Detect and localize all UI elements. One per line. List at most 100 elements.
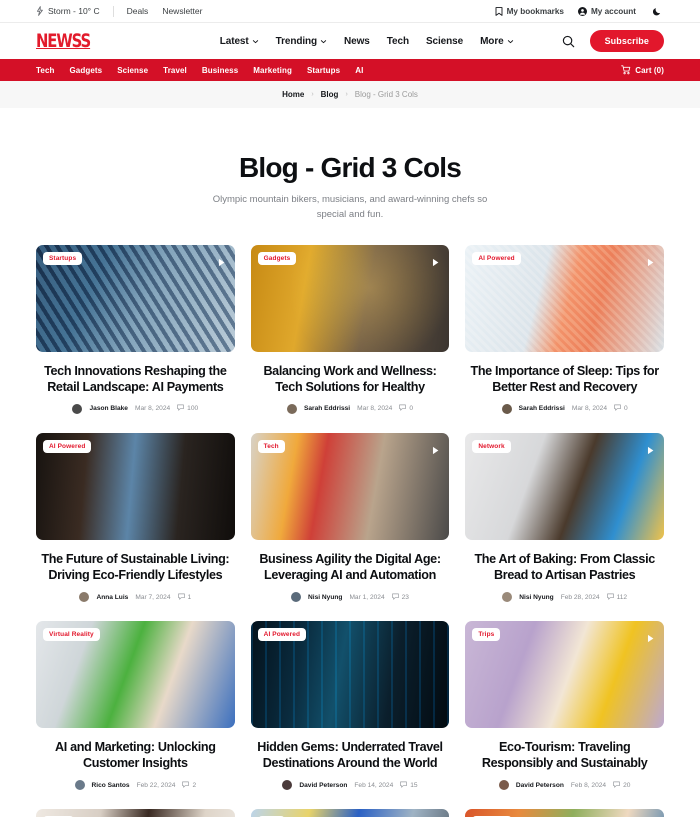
post-title[interactable]: Eco-Tourism: Traveling Responsibly and S… bbox=[465, 739, 664, 771]
post-author[interactable]: David Peterson bbox=[516, 782, 564, 789]
bookmark-icon bbox=[495, 6, 503, 16]
post-category-badge[interactable]: Tech bbox=[257, 439, 285, 453]
avatar bbox=[79, 592, 90, 603]
nav-item-more[interactable]: More bbox=[480, 36, 514, 47]
post-thumbnail[interactable]: AI Powered bbox=[36, 432, 235, 540]
post-thumbnail[interactable]: Travel bbox=[36, 809, 235, 817]
post-thumbnail[interactable]: AI Powered bbox=[250, 621, 450, 729]
category-ai[interactable]: AI bbox=[355, 66, 363, 75]
category-marketing[interactable]: Marketing bbox=[253, 66, 292, 75]
post-category-badge[interactable]: Trips bbox=[472, 628, 501, 642]
nav-item-tech[interactable]: Tech bbox=[387, 36, 409, 47]
post-card[interactable]: Network The Art of Baking: From Classic B… bbox=[465, 432, 664, 603]
category-tech[interactable]: Tech bbox=[36, 66, 54, 75]
post-thumbnail[interactable]: Virtual Reality bbox=[36, 621, 235, 729]
category-sciense[interactable]: Sciense bbox=[117, 66, 148, 75]
category-business[interactable]: Business bbox=[202, 66, 238, 75]
my-account-link[interactable]: My account bbox=[577, 6, 636, 16]
post-title[interactable]: AI and Marketing: Unlocking Customer Ins… bbox=[36, 739, 235, 771]
post-thumbnail[interactable]: Startups bbox=[36, 244, 235, 352]
play-icon[interactable] bbox=[646, 254, 655, 266]
post-card[interactable]: AI Powered The Future of Sustainable Livi… bbox=[36, 432, 235, 603]
post-card[interactable]: Virtual Reality AI and Marketing: Unlocki… bbox=[36, 621, 235, 791]
cart-button[interactable]: Cart (0) bbox=[621, 65, 664, 75]
post-title[interactable]: Business Agility the Digital Age: Levera… bbox=[251, 551, 450, 583]
category-travel[interactable]: Travel bbox=[163, 66, 187, 75]
post-title[interactable]: The Importance of Sleep: Tips for Better… bbox=[465, 363, 664, 395]
play-icon[interactable] bbox=[431, 442, 440, 454]
post-category-badge[interactable]: AI Powered bbox=[257, 628, 307, 642]
weather-widget: Storm - 10° C bbox=[36, 6, 113, 16]
nav-item-sciense[interactable]: Sciense bbox=[426, 36, 463, 47]
post-card[interactable]: AI Powered The Importance of Sleep: Tips … bbox=[465, 244, 664, 414]
post-title[interactable]: Hidden Gems: Underrated Travel Destinati… bbox=[251, 739, 450, 771]
comment-count-value: 2 bbox=[192, 781, 197, 789]
play-icon[interactable] bbox=[646, 630, 655, 643]
post-category-badge[interactable]: Startups bbox=[43, 251, 83, 265]
my-bookmarks-link[interactable]: My bookmarks bbox=[495, 7, 564, 16]
post-thumbnail[interactable]: Tech bbox=[250, 432, 450, 540]
newsletter-link[interactable]: Newsletter bbox=[162, 6, 202, 16]
post-card[interactable]: Trips Eco-Tourism: Traveling Responsibly … bbox=[465, 621, 664, 791]
nav-item-latest[interactable]: Latest bbox=[220, 36, 259, 47]
comment-icon bbox=[177, 593, 185, 602]
post-category-badge[interactable]: AI Powered bbox=[43, 439, 92, 453]
play-icon[interactable] bbox=[646, 442, 655, 454]
post-meta: Rico Santos Feb 22, 2024 2 bbox=[36, 780, 235, 791]
post-title[interactable]: The Future of Sustainable Living: Drivin… bbox=[36, 551, 235, 583]
avatar bbox=[502, 592, 513, 603]
post-title[interactable]: The Art of Baking: From Classic Bread to… bbox=[465, 551, 664, 583]
post-author[interactable]: Nisi Nyung bbox=[308, 594, 342, 601]
post-card[interactable]: Tech bbox=[250, 809, 450, 817]
nav-item-news[interactable]: News bbox=[344, 36, 370, 47]
deals-link[interactable]: Deals bbox=[127, 6, 149, 16]
breadcrumb-blog[interactable]: Blog bbox=[321, 90, 339, 99]
post-author[interactable]: David Peterson bbox=[299, 782, 347, 789]
moon-icon[interactable] bbox=[650, 4, 664, 18]
search-icon[interactable] bbox=[561, 34, 576, 49]
post-author[interactable]: Sarah Eddrissi bbox=[519, 405, 565, 412]
post-card[interactable]: Travel bbox=[36, 809, 235, 817]
play-icon[interactable] bbox=[217, 254, 226, 266]
post-title[interactable]: Tech Innovations Reshaping the Retail La… bbox=[36, 363, 235, 395]
my-bookmarks-label: My bookmarks bbox=[506, 6, 564, 16]
post-thumbnail[interactable]: Tech bbox=[250, 809, 450, 817]
post-thumbnail[interactable]: Startups bbox=[465, 809, 664, 817]
subscribe-button[interactable]: Subscribe bbox=[589, 30, 664, 52]
post-title[interactable]: Balancing Work and Wellness: Tech Soluti… bbox=[251, 363, 450, 395]
category-gadgets[interactable]: Gadgets bbox=[69, 66, 102, 75]
post-author[interactable]: Jason Blake bbox=[89, 405, 127, 412]
post-author[interactable]: Anna Luis bbox=[96, 594, 128, 601]
category-startups[interactable]: Startups bbox=[307, 66, 340, 75]
play-icon[interactable] bbox=[431, 254, 440, 266]
avatar bbox=[72, 403, 83, 414]
page-root: Storm - 10° C Deals Newsletter My bookma… bbox=[0, 0, 700, 817]
chevron-down-icon bbox=[252, 38, 259, 45]
post-category-badge[interactable]: Network bbox=[472, 439, 511, 453]
post-card[interactable]: Startups bbox=[465, 809, 664, 817]
breadcrumb-home[interactable]: Home bbox=[282, 90, 304, 99]
avatar bbox=[286, 403, 297, 414]
post-category-badge[interactable]: Gadgets bbox=[257, 251, 297, 265]
site-logo[interactable]: NEWSS bbox=[36, 31, 91, 51]
post-author[interactable]: Sarah Eddrissi bbox=[304, 405, 350, 412]
post-category-badge[interactable]: AI Powered bbox=[472, 251, 521, 265]
post-card[interactable]: Gadgets Balancing Work and Wellness: Tech… bbox=[250, 244, 450, 414]
post-thumbnail[interactable]: Network bbox=[465, 432, 664, 540]
post-author[interactable]: Nisi Nyung bbox=[519, 594, 553, 601]
post-thumbnail[interactable]: Gadgets bbox=[250, 244, 450, 352]
post-thumbnail[interactable]: Trips bbox=[465, 621, 664, 729]
post-card[interactable]: AI Powered Hidden Gems: Underrated Travel… bbox=[250, 621, 450, 791]
topbar-links: Deals Newsletter bbox=[114, 6, 203, 16]
post-category-badge[interactable]: Virtual Reality bbox=[43, 628, 100, 642]
post-card[interactable]: Startups Tech Innovations Reshaping the R… bbox=[36, 244, 235, 414]
post-author[interactable]: Rico Santos bbox=[92, 782, 130, 789]
comment-count-value: 0 bbox=[624, 405, 628, 413]
chevron-down-icon bbox=[507, 38, 514, 45]
post-thumbnail[interactable]: AI Powered bbox=[465, 244, 664, 352]
avatar bbox=[74, 780, 85, 791]
nav-item-trending[interactable]: Trending bbox=[276, 36, 327, 47]
top-utility-bar: Storm - 10° C Deals Newsletter My bookma… bbox=[0, 0, 700, 23]
post-meta: Sarah Eddrissi Mar 8, 2024 0 bbox=[251, 403, 450, 414]
post-card[interactable]: Tech Business Agility the Digital Age: Le… bbox=[250, 432, 450, 603]
